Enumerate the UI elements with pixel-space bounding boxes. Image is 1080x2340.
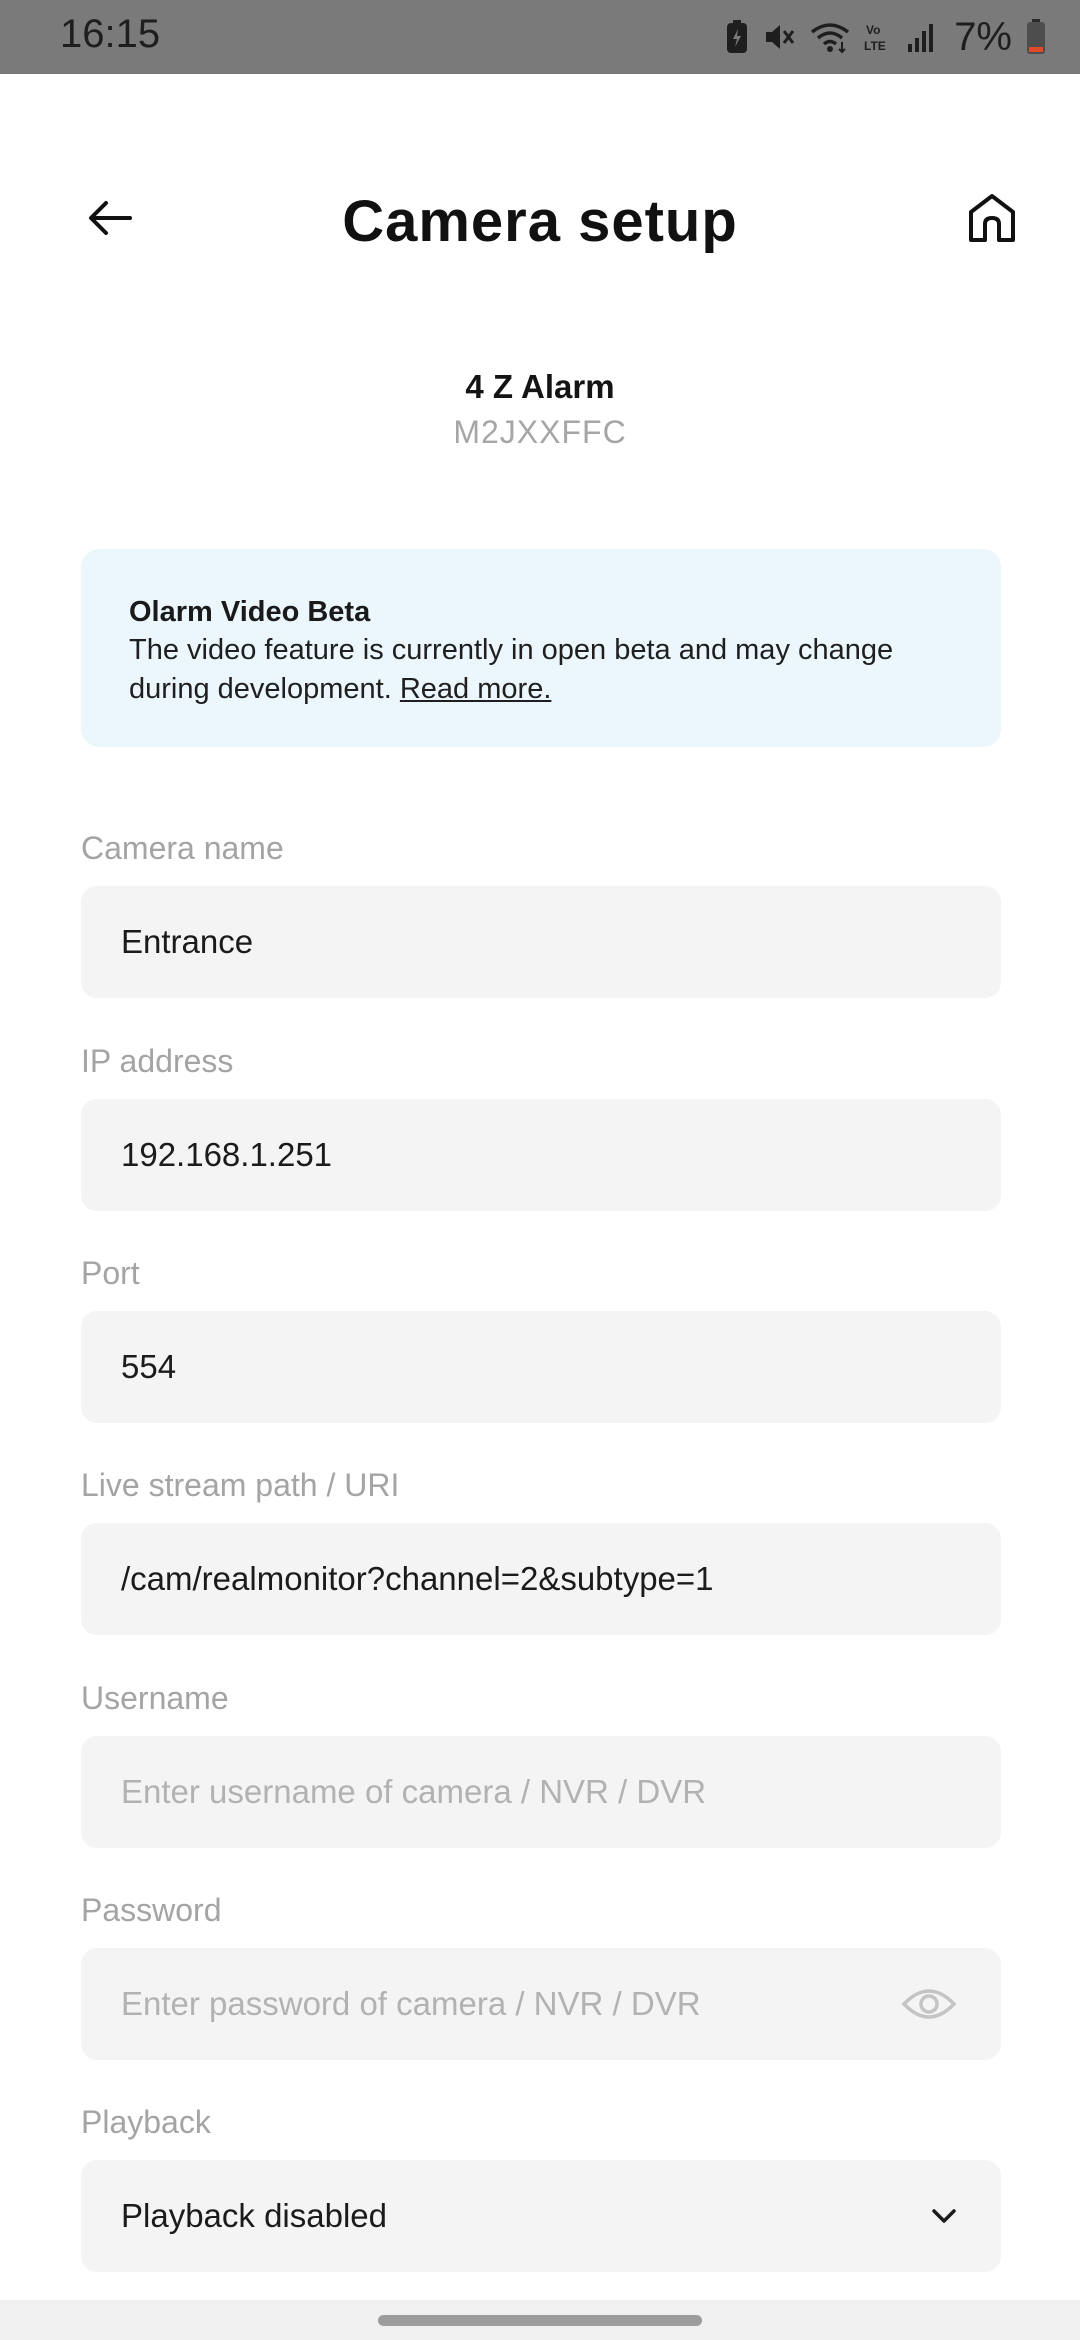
system-nav-bar [0,2300,1080,2340]
playback-select[interactable]: Playback disabled [81,2160,1001,2272]
ip-address-input[interactable]: 192.168.1.251 [81,1099,1001,1211]
ip-address-label: IP address [81,1043,234,1079]
camera-name-input[interactable]: Entrance [81,886,1001,998]
home-button[interactable] [954,182,1030,258]
mute-icon [762,20,796,54]
eye-icon[interactable] [901,1984,957,2024]
playback-value: Playback disabled [121,2197,387,2234]
page-title: Camera setup [342,189,738,254]
password-input[interactable]: Enter password of camera / NVR / DVR [81,1948,1001,2060]
username-label: Username [81,1680,229,1716]
username-input[interactable]: Enter username of camera / NVR / DVR [81,1736,1001,1848]
battery-percent: 7% [954,14,1012,59]
device-serial: M2JXXFFC [453,414,627,450]
password-label: Password [81,1892,222,1928]
username-placeholder: Enter username of camera / NVR / DVR [121,1773,707,1810]
stream-path-value: /cam/realmonitor?channel=2&subtype=1 [121,1560,714,1597]
port-input[interactable]: 554 [81,1311,1001,1423]
camera-name-label: Camera name [81,830,284,866]
signal-icon [906,20,936,54]
svg-text:LTE: LTE [864,39,886,53]
port-label: Port [81,1255,140,1291]
password-placeholder: Enter password of camera / NVR / DVR [121,1985,701,2022]
beta-notice-title: Olarm Video Beta [129,596,371,628]
svg-text:Vo: Vo [866,23,880,37]
status-bar: 16:15 Vo LTE 7% [0,0,1080,74]
status-icons: Vo LTE 7% [726,14,1046,60]
port-value: 554 [121,1348,177,1385]
home-icon [967,192,1017,249]
ip-address-value: 192.168.1.251 [121,1136,333,1173]
read-more-link[interactable]: Read more. [400,673,552,705]
data-saver-icon [726,20,748,54]
chevron-down-icon [931,2208,957,2224]
status-time: 16:15 [60,12,161,56]
beta-notice-text: The video feature is currently in open b… [129,631,953,709]
app-header: Camera setup [0,170,1080,270]
beta-notice-card: Olarm Video Beta The video feature is cu… [81,549,1001,747]
volte-icon: Vo LTE [864,20,892,54]
wifi-icon [810,20,850,54]
playback-label: Playback [81,2104,211,2140]
battery-icon [1026,19,1046,55]
stream-path-label: Live stream path / URI [81,1467,400,1503]
device-name: 4 Z Alarm [465,368,615,405]
home-gesture-handle[interactable] [378,2315,702,2326]
camera-name-value: Entrance [121,923,254,960]
stream-path-input[interactable]: /cam/realmonitor?channel=2&subtype=1 [81,1523,1001,1635]
